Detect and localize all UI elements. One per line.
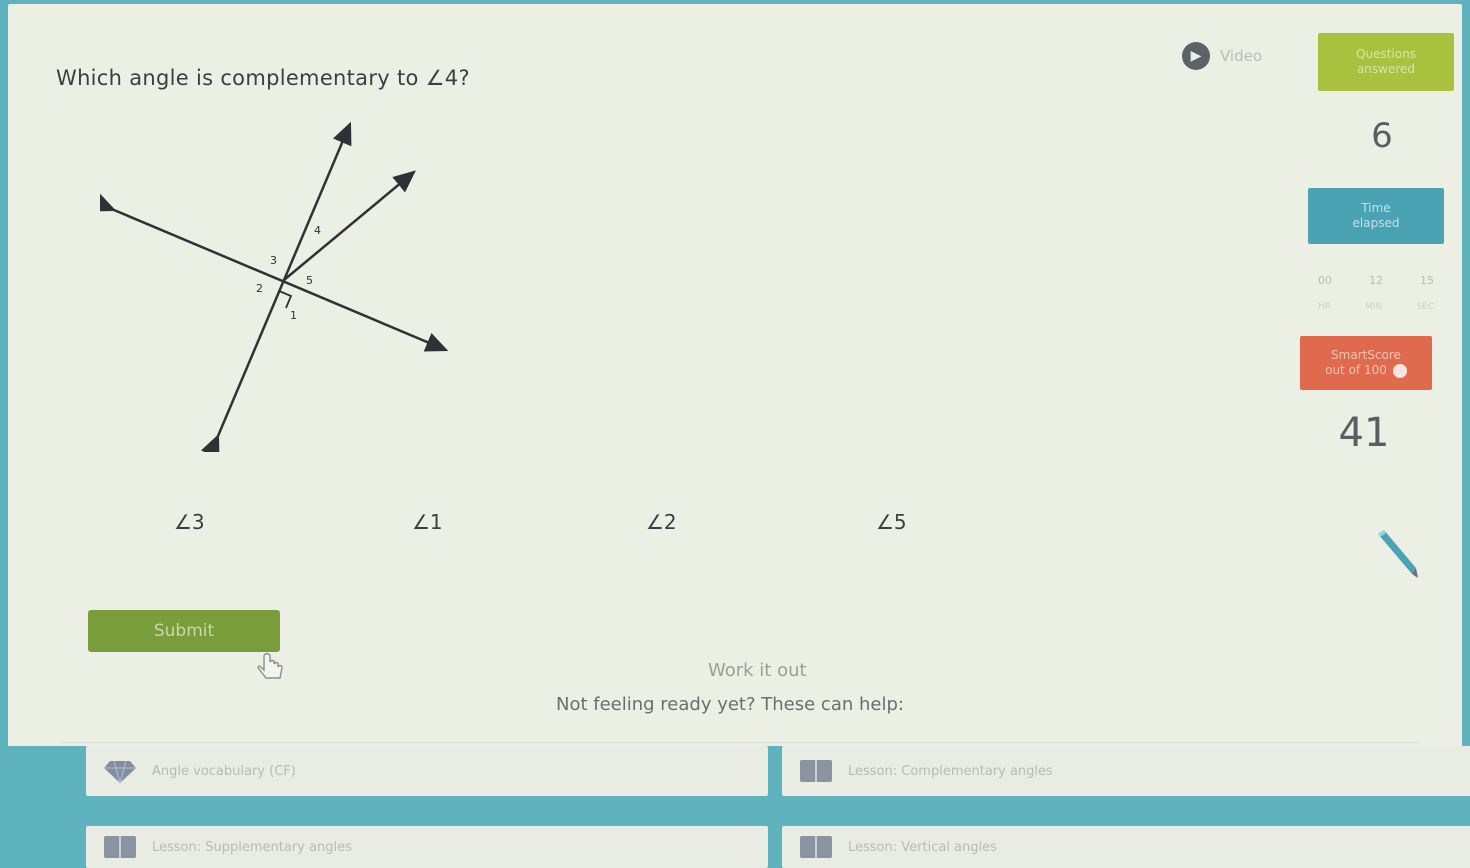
timer-minutes: 12 (1369, 274, 1383, 287)
help-text: Not feeling ready yet? These can help: (556, 694, 904, 715)
label-angle-3: 3 (270, 254, 277, 267)
time-elapsed-badge: Time elapsed (1308, 188, 1444, 244)
label-angle-2: 2 (256, 282, 263, 295)
score-line1: SmartScore (1331, 348, 1401, 362)
play-icon: ▶ (1182, 42, 1210, 70)
video-label: Video (1220, 47, 1263, 65)
gem-icon (104, 760, 136, 785)
answered-line1: Questions (1356, 47, 1416, 61)
choice-angle-1[interactable]: ∠1 (406, 508, 449, 536)
video-link[interactable]: ▶ Video (1182, 42, 1262, 70)
divider (60, 742, 1420, 743)
pencil-icon[interactable] (1372, 528, 1420, 580)
score-line2: out of 100 (1325, 363, 1387, 377)
book-icon (800, 760, 832, 782)
timer-units: HR MIN SEC (1308, 302, 1444, 312)
hand-cursor-icon (257, 653, 283, 679)
submit-button[interactable]: Submit (88, 610, 280, 652)
label-angle-1: 1 (290, 309, 297, 322)
resource-label: Lesson: Vertical angles (848, 839, 997, 855)
timer-minutes-label: MIN (1365, 302, 1383, 312)
book-icon (104, 836, 136, 858)
angle-figure: 4 3 5 2 1 (100, 121, 449, 452)
choice-angle-3[interactable]: ∠3 (168, 508, 211, 536)
timer-digits: 00 12 15 (1308, 274, 1444, 287)
label-angle-5: 5 (306, 274, 313, 287)
smartscore-value: 41 (1338, 410, 1390, 456)
resource-card-4[interactable]: Lesson: Vertical angles (782, 826, 1470, 868)
time-line1: Time (1361, 201, 1391, 215)
resource-card-2[interactable]: Lesson: Complementary angles (782, 746, 1470, 796)
resource-label: Lesson: Supplementary angles (152, 839, 352, 855)
resource-card-1[interactable]: Angle vocabulary (CF) (86, 746, 768, 796)
timer-seconds-label: SEC (1416, 302, 1434, 312)
resource-label: Lesson: Complementary angles (848, 763, 1053, 779)
resource-card-3[interactable]: Lesson: Supplementary angles (86, 826, 768, 868)
smartscore-badge: SmartScore out of 100 (1300, 336, 1432, 390)
resource-label: Angle vocabulary (CF) (152, 763, 296, 779)
right-angle-mark (278, 290, 293, 309)
question-angle: ∠4 (425, 66, 459, 90)
book-icon (800, 836, 832, 858)
question-text: Which angle is complementary to ∠4? (56, 66, 470, 90)
line-horizontal (100, 193, 449, 352)
time-line2: elapsed (1352, 216, 1400, 230)
answered-line2: answered (1356, 62, 1416, 76)
timer-hours-label: HR (1318, 302, 1332, 312)
timer-hours: 00 (1318, 274, 1332, 287)
score-line2-wrap: out of 100 (1325, 363, 1407, 378)
choice-angle-2[interactable]: ∠2 (640, 508, 683, 536)
label-angle-4: 4 (314, 224, 321, 237)
work-it-out-heading: Work it out (708, 660, 807, 681)
choice-angle-5[interactable]: ∠5 (870, 508, 913, 536)
info-icon[interactable] (1392, 363, 1407, 378)
questions-answered-value: 6 (1371, 116, 1393, 156)
questions-answered-badge: Questions answered (1318, 33, 1454, 91)
question-prefix: Which angle is complementary to (56, 66, 426, 90)
timer-seconds: 15 (1420, 274, 1434, 287)
ray-upper-right (283, 170, 416, 281)
question-suffix: ? (458, 66, 470, 90)
